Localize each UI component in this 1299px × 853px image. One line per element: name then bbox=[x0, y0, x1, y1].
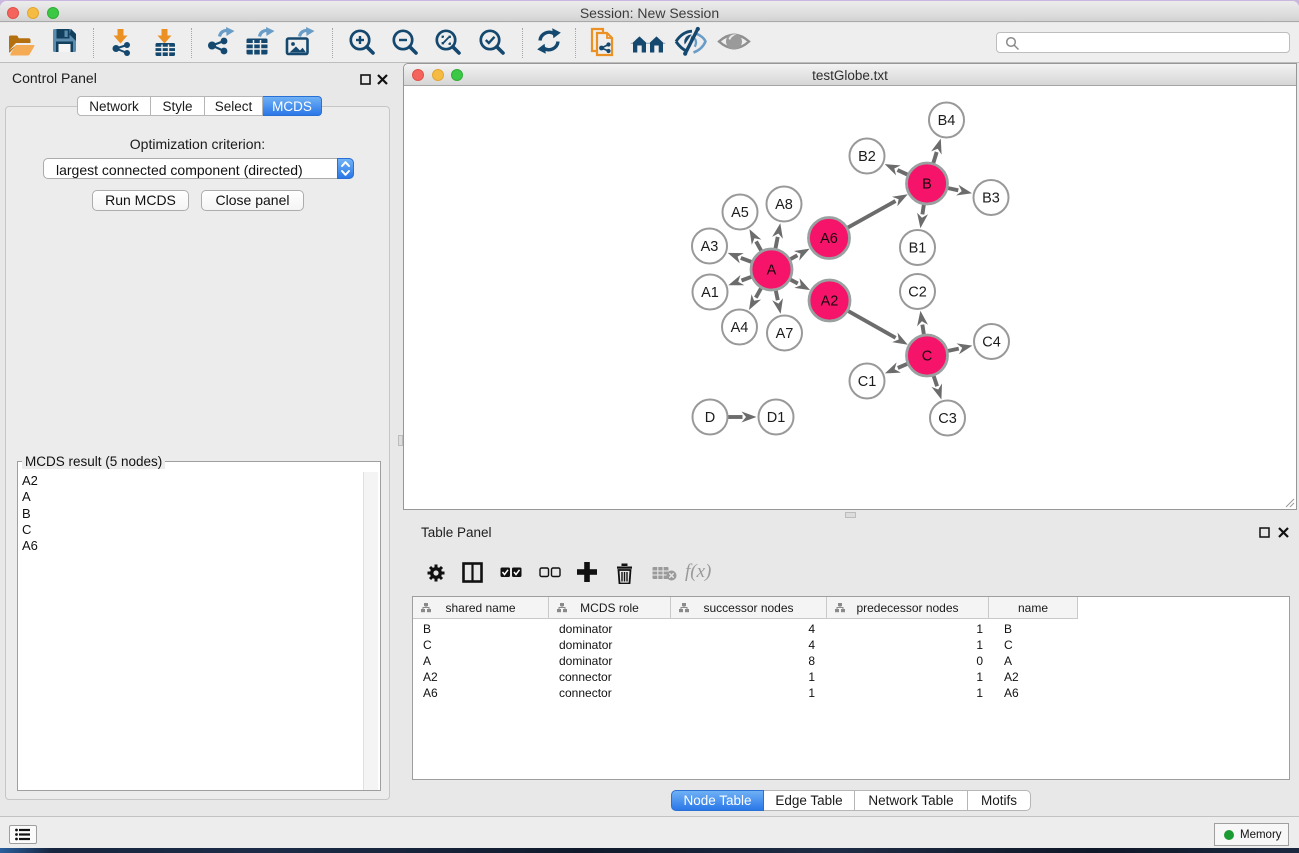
svg-text:C1: C1 bbox=[858, 374, 877, 390]
svg-text:A4: A4 bbox=[731, 320, 749, 336]
svg-text:A: A bbox=[767, 263, 777, 279]
svg-text:A2: A2 bbox=[821, 294, 839, 310]
svg-text:B4: B4 bbox=[938, 113, 956, 129]
svg-text:C: C bbox=[922, 349, 932, 365]
svg-text:C2: C2 bbox=[908, 285, 927, 301]
svg-text:A5: A5 bbox=[731, 205, 749, 221]
svg-text:A6: A6 bbox=[820, 231, 838, 247]
svg-text:A1: A1 bbox=[701, 285, 719, 301]
svg-text:C3: C3 bbox=[938, 411, 957, 427]
svg-text:B: B bbox=[922, 177, 932, 193]
svg-text:A3: A3 bbox=[701, 239, 719, 255]
svg-text:A8: A8 bbox=[775, 197, 793, 213]
svg-text:B1: B1 bbox=[909, 241, 927, 257]
svg-text:B2: B2 bbox=[858, 149, 876, 165]
svg-text:C4: C4 bbox=[982, 335, 1001, 351]
svg-text:D1: D1 bbox=[767, 410, 786, 426]
svg-text:D: D bbox=[705, 410, 715, 426]
svg-text:B3: B3 bbox=[982, 191, 1000, 207]
svg-text:A7: A7 bbox=[776, 326, 794, 342]
